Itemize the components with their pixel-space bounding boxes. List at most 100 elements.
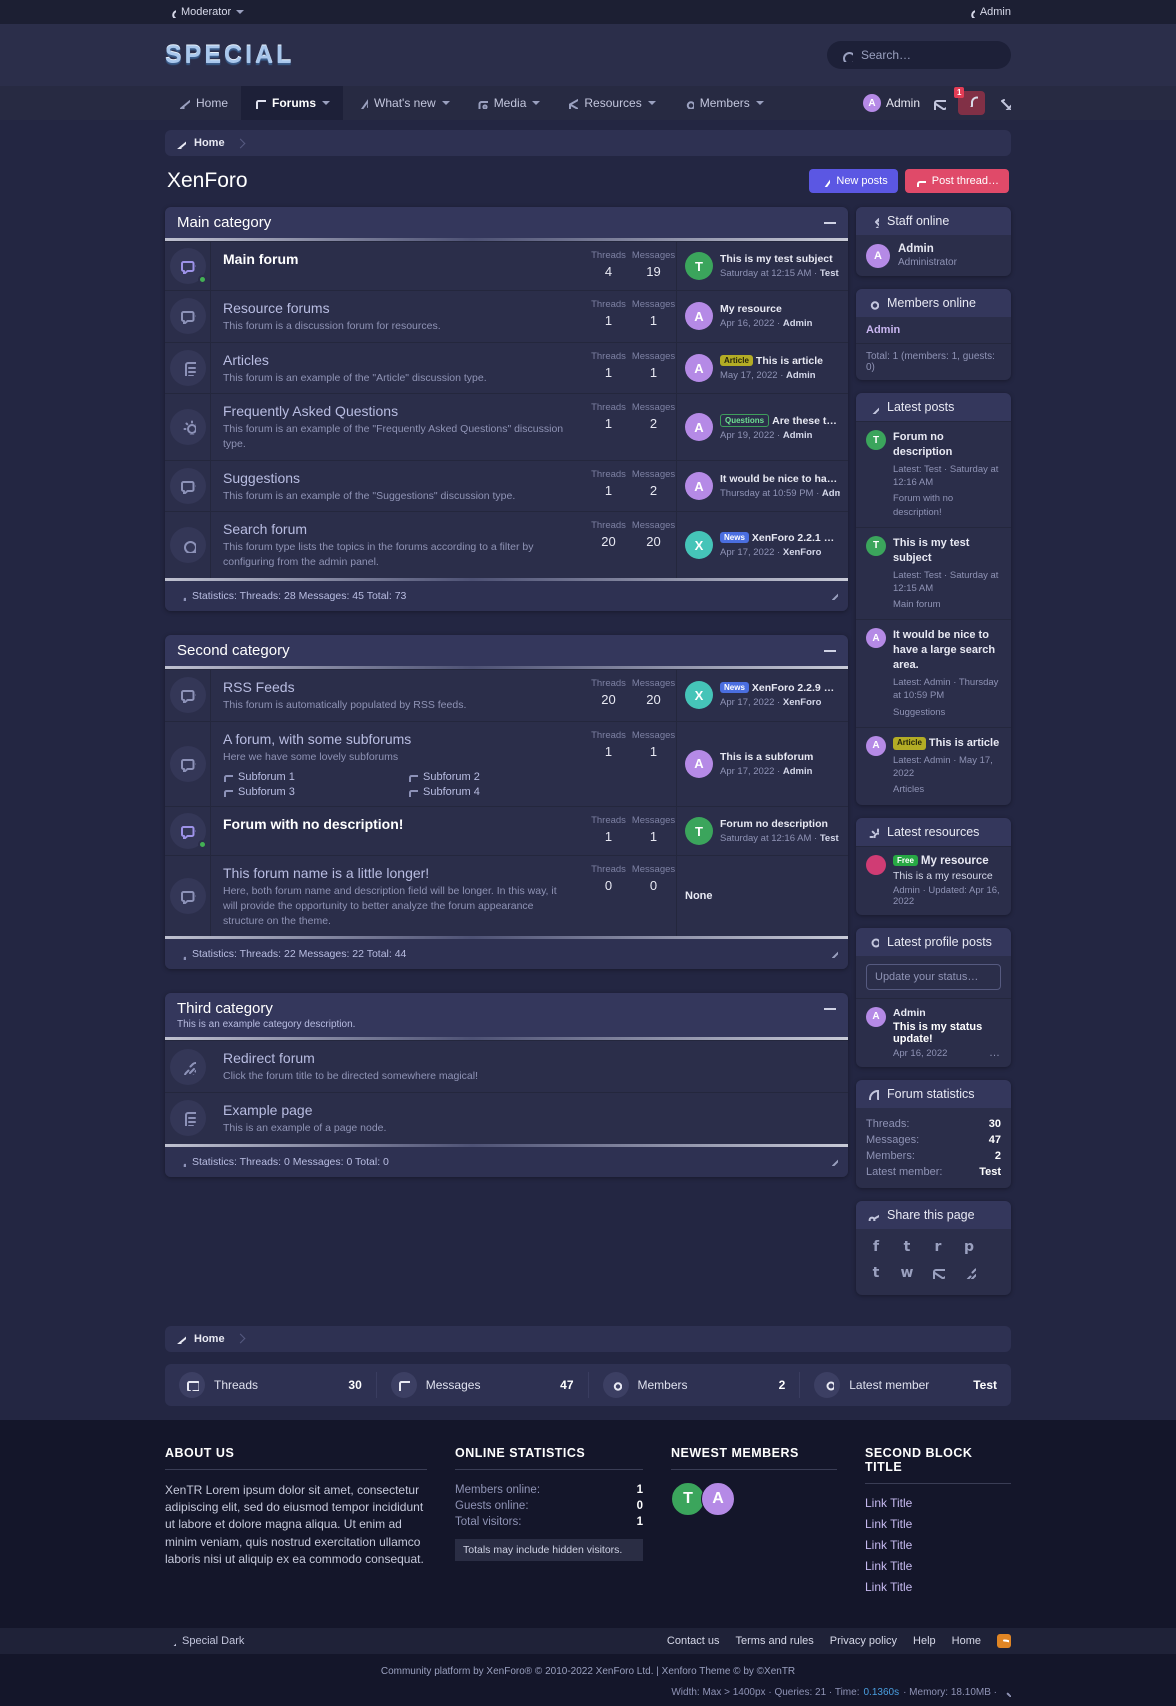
style-chooser[interactable]: Special Dark xyxy=(165,1635,244,1647)
online-member-link[interactable]: Admin xyxy=(856,317,1011,344)
nav-item-home[interactable]: Home xyxy=(165,86,241,120)
footer-nav-link[interactable]: Terms and rules xyxy=(736,1635,814,1647)
search-box[interactable] xyxy=(827,41,1011,69)
reddit-icon[interactable]: r xyxy=(930,1239,946,1255)
forum-link[interactable]: Main forum xyxy=(223,251,574,267)
nav-item-members[interactable]: Members xyxy=(669,86,777,120)
footer-nav-link[interactable]: Help xyxy=(913,1635,936,1647)
post-title[interactable]: This is article xyxy=(929,737,999,749)
forum-row-rss-feeds[interactable]: RSS Feeds This forum is automatically po… xyxy=(165,669,848,721)
forum-link[interactable]: RSS Feeds xyxy=(223,679,574,695)
forum-link[interactable]: Example page xyxy=(223,1102,836,1118)
post-title[interactable]: It would be nice to have a large search … xyxy=(893,628,1001,673)
avatar[interactable]: A xyxy=(685,354,713,382)
account-menu[interactable]: A Admin xyxy=(863,94,920,112)
profile-post-author[interactable]: Admin xyxy=(893,1007,1001,1019)
forum-row-resource-forums[interactable]: Resource forums This forum is a discussi… xyxy=(165,290,848,342)
latest-post-item[interactable]: A It would be nice to have a large searc… xyxy=(856,619,1011,726)
rss-icon[interactable] xyxy=(997,1634,1011,1648)
forum-row-faq[interactable]: Frequently Asked Questions This forum is… xyxy=(165,393,848,459)
category-title[interactable]: Third category xyxy=(177,1000,355,1017)
post-thread-button[interactable]: Post thread… xyxy=(905,169,1009,193)
category-title[interactable]: Second category xyxy=(177,642,290,659)
collapse-icon[interactable] xyxy=(824,1008,836,1010)
post-title[interactable]: Forum no description xyxy=(893,430,1001,460)
subforum-link[interactable]: Subforum 1 xyxy=(223,771,408,783)
forum-link[interactable]: Redirect forum xyxy=(223,1050,836,1066)
forum-link[interactable]: This forum name is a little longer! xyxy=(223,865,574,881)
forum-row-suggestions[interactable]: Suggestions This forum is an example of … xyxy=(165,460,848,512)
alerts-button[interactable]: 1 xyxy=(958,91,985,115)
latest-post-title[interactable]: XenForo 2.2.9 Released xyxy=(752,682,840,694)
avatar[interactable]: A xyxy=(685,750,713,778)
scroll-top-button[interactable] xyxy=(827,587,838,605)
footer-nav-link[interactable]: Privacy policy xyxy=(830,1635,897,1647)
forum-link[interactable]: Forum with no description! xyxy=(223,816,574,832)
latest-post-author[interactable]: XenForo xyxy=(783,697,822,708)
latest-member-link[interactable]: Test xyxy=(979,1166,1001,1178)
forum-row-no-description[interactable]: Forum with no description! Threads1 Mess… xyxy=(165,806,848,855)
profile-post-item[interactable]: A Admin This is my status update! Apr 16… xyxy=(856,998,1011,1067)
twitter-icon[interactable]: t xyxy=(899,1239,915,1255)
avatar[interactable]: T xyxy=(685,252,713,280)
more-menu-icon[interactable]: … xyxy=(989,1047,1001,1059)
forum-row-search-forum[interactable]: Search forum This forum type lists the t… xyxy=(165,511,848,577)
forum-row-articles[interactable]: Articles This forum is an example of the… xyxy=(165,342,848,394)
subforum-link[interactable]: Subforum 3 xyxy=(223,786,408,798)
latest-post-author[interactable]: Admin xyxy=(786,370,816,381)
moderator-menu[interactable]: Moderator xyxy=(165,6,244,18)
forum-link[interactable]: Resource forums xyxy=(223,300,574,316)
collapse-icon[interactable] xyxy=(824,222,836,224)
inbox-envelope-icon[interactable] xyxy=(932,96,946,110)
forum-link[interactable]: Frequently Asked Questions xyxy=(223,403,574,419)
search-input[interactable] xyxy=(861,48,981,62)
footer-nav-link[interactable]: Home xyxy=(952,1635,981,1647)
latest-post-title[interactable]: This is article xyxy=(756,355,823,367)
staff-name[interactable]: Admin xyxy=(898,243,957,255)
footer-link[interactable]: Link Title xyxy=(865,1580,1011,1595)
latest-post-author[interactable]: Admin xyxy=(783,430,813,441)
latest-post-item[interactable]: A ArticleThis is article Latest: Admin ·… xyxy=(856,727,1011,805)
forum-link[interactable]: Articles xyxy=(223,352,574,368)
latest-post-item[interactable]: T This is my test subject Latest: Test ·… xyxy=(856,527,1011,620)
avatar[interactable]: X xyxy=(685,681,713,709)
admin-tools-icon[interactable] xyxy=(997,96,1011,110)
latest-member-link[interactable]: Test xyxy=(973,1378,997,1392)
latest-post-author[interactable]: Test xyxy=(820,833,839,844)
latest-post-title[interactable]: Are these themes cust… xyxy=(772,415,840,427)
latest-post-title[interactable]: It would be nice to have a large s… xyxy=(720,473,840,485)
forum-link[interactable]: Search forum xyxy=(223,521,574,537)
forum-row-example-page[interactable]: Example page This is an example of a pag… xyxy=(165,1092,848,1144)
new-posts-button[interactable]: New posts xyxy=(809,169,897,193)
latest-post-title[interactable]: This is a subforum xyxy=(720,751,813,763)
avatar[interactable]: A xyxy=(685,472,713,500)
nav-item-whats-new[interactable]: What's new xyxy=(343,86,463,120)
forum-row-main-forum[interactable]: Main forum Threads4 Messages19 T This is… xyxy=(165,241,848,290)
avatar[interactable]: A xyxy=(701,1482,735,1516)
forum-row-subforums[interactable]: A forum, with some subforums Here we hav… xyxy=(165,721,848,807)
latest-post-title[interactable]: This is my test subject xyxy=(720,253,839,265)
subforum-link[interactable]: Subforum 2 xyxy=(408,771,593,783)
pinterest-icon[interactable]: p xyxy=(961,1239,977,1255)
footer-link[interactable]: Link Title xyxy=(865,1559,1011,1574)
status-update-input[interactable] xyxy=(866,964,1001,990)
breadcrumb-home[interactable]: Home xyxy=(194,137,225,149)
avatar[interactable]: A xyxy=(685,302,713,330)
footer-link[interactable]: Link Title xyxy=(865,1538,1011,1553)
latest-post-title[interactable]: Forum no description xyxy=(720,818,839,830)
avatar[interactable]: A xyxy=(685,413,713,441)
scroll-top-button[interactable] xyxy=(827,1153,838,1171)
subforum-link[interactable]: Subforum 4 xyxy=(408,786,593,798)
post-forum[interactable]: Main forum xyxy=(893,598,1001,611)
topbar-admin-link[interactable]: Admin xyxy=(964,6,1011,18)
footer-link[interactable]: Link Title xyxy=(865,1517,1011,1532)
post-forum[interactable]: Suggestions xyxy=(893,706,1001,719)
footer-nav-link[interactable]: Contact us xyxy=(667,1635,720,1647)
facebook-icon[interactable]: f xyxy=(868,1239,884,1255)
forum-row-redirect[interactable]: Redirect forum Click the forum title to … xyxy=(165,1040,848,1092)
latest-post-author[interactable]: Admin xyxy=(822,488,840,499)
forum-row-longer-name[interactable]: This forum name is a little longer! Here… xyxy=(165,855,848,936)
gear-icon[interactable] xyxy=(1001,1687,1011,1697)
avatar[interactable]: T xyxy=(671,1482,705,1516)
avatar[interactable]: X xyxy=(685,531,713,559)
